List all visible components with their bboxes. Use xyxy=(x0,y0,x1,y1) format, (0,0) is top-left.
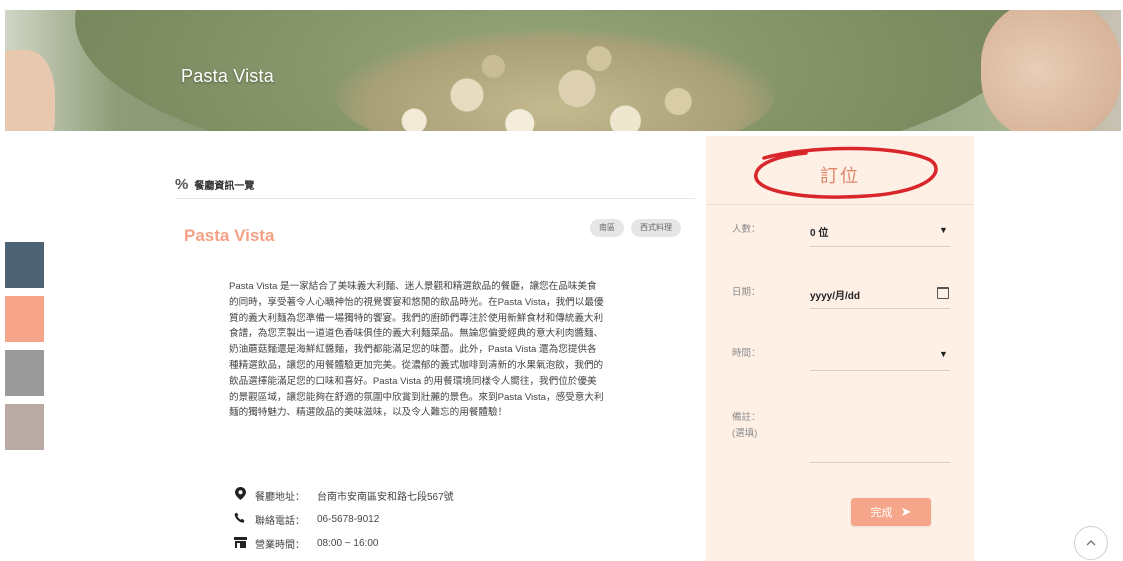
date-label: 日期： xyxy=(732,287,761,298)
people-dropdown-icon[interactable]: ▼ xyxy=(939,225,948,235)
swatch-2[interactable] xyxy=(5,296,44,342)
time-label: 時間： xyxy=(732,348,761,359)
send-arrow-icon: ➤ xyxy=(900,504,912,519)
percent-icon: % xyxy=(175,175,189,193)
phone-label: 聯絡電話： xyxy=(255,516,305,527)
tag-list: 南區 西式料理 xyxy=(590,219,681,237)
date-input[interactable]: yyyy/月/dd xyxy=(810,287,860,302)
panel-divider xyxy=(706,204,974,205)
swatch-3[interactable] xyxy=(5,350,44,396)
info-phone: 聯絡電話： 06-5678-9012 xyxy=(233,512,379,527)
info-hours: 營業時間： 08:00 ~ 16:00 xyxy=(233,536,378,551)
hero-hand-left xyxy=(5,50,55,131)
address-label: 餐廳地址： xyxy=(255,491,305,503)
people-select[interactable]: 0 位 xyxy=(810,224,828,239)
hero-banner: Pasta Vista xyxy=(5,10,1121,131)
submit-button[interactable]: 完成 ➤ xyxy=(851,498,931,526)
info-address: 餐廳地址： 台南市安南區安和路七段567號 xyxy=(233,487,454,503)
time-underline xyxy=(810,370,950,371)
swatch-1[interactable] xyxy=(5,242,44,288)
note-underline xyxy=(810,462,950,463)
location-pin-icon xyxy=(233,487,247,503)
note-input[interactable] xyxy=(810,406,950,462)
note-label: 備註： xyxy=(732,412,761,423)
people-underline xyxy=(810,246,950,247)
booking-panel: 訂位 人數： 0 位 ▼ 日期： yyyy/月/dd 時間： ▼ 備註： (選填… xyxy=(706,136,974,561)
swatch-4[interactable] xyxy=(5,404,44,450)
calendar-icon[interactable] xyxy=(937,287,949,299)
restaurant-description: Pasta Vista 是一家結合了美味義大利麵、迷人景觀和精選飲品的餐廳，讓您… xyxy=(229,281,604,419)
scroll-top-button[interactable] xyxy=(1074,526,1108,560)
store-icon xyxy=(233,536,247,551)
section-header: % 餐廳資訊一覽 xyxy=(175,170,695,199)
hero-title: Pasta Vista xyxy=(181,66,274,86)
phone-value: 06-5678-9012 xyxy=(317,514,380,525)
phone-icon xyxy=(233,512,247,527)
section-title: 餐廳資訊一覽 xyxy=(194,180,255,192)
hero-hand-right xyxy=(981,10,1121,131)
booking-title: 訂位 xyxy=(820,166,860,186)
chevron-up-icon xyxy=(1086,540,1096,546)
restaurant-name: Pasta Vista xyxy=(184,226,275,245)
tag-district[interactable]: 南區 xyxy=(590,219,624,237)
note-optional-label: (選填) xyxy=(732,428,758,439)
hours-value: 08:00 ~ 16:00 xyxy=(317,538,379,549)
people-label: 人數： xyxy=(732,224,761,235)
date-underline xyxy=(810,308,950,309)
time-dropdown-icon[interactable]: ▼ xyxy=(939,349,948,359)
address-value: 台南市安南區安和路七段567號 xyxy=(317,491,454,503)
submit-label: 完成 xyxy=(870,507,893,519)
hours-label: 營業時間： xyxy=(255,540,305,551)
tag-cuisine[interactable]: 西式料理 xyxy=(631,219,681,237)
